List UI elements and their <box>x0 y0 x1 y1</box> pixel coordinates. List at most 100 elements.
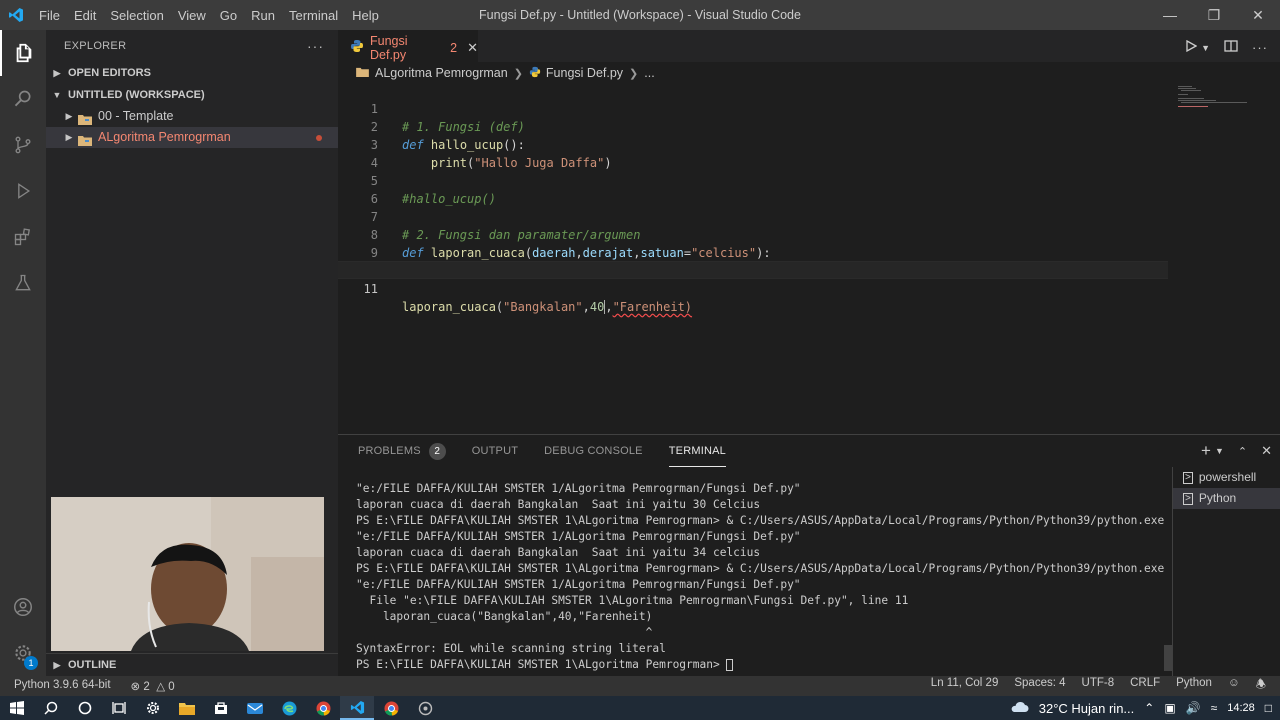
update-badge: 1 <box>24 656 38 670</box>
menu-file[interactable]: File <box>32 8 67 23</box>
notifications-icon[interactable]: 🕭 <box>1256 677 1266 696</box>
python-interpreter[interactable]: Python 3.9.6 64-bit <box>14 679 111 693</box>
more-actions-icon[interactable]: ··· <box>307 30 324 62</box>
extensions-icon[interactable] <box>0 214 46 260</box>
minimize-icon[interactable]: — <box>1148 0 1192 30</box>
vscode-taskbar-icon[interactable] <box>340 696 374 720</box>
folder-item-template[interactable]: ▶ 00 - Template <box>46 106 338 127</box>
terminal-scrollbar[interactable] <box>1164 645 1172 671</box>
chrome-icon[interactable] <box>374 696 408 720</box>
tab-problems[interactable]: PROBLEMS 2 <box>358 435 446 467</box>
tab-debug-console[interactable]: DEBUG CONSOLE <box>544 435 643 467</box>
task-view-icon[interactable] <box>102 696 136 720</box>
terminal-list: > powershell > Python <box>1172 467 1280 677</box>
chevron-down-icon[interactable]: ▼ <box>1201 43 1210 53</box>
edge-icon[interactable] <box>272 696 306 720</box>
status-right: Ln 11, Col 29 Spaces: 4 UTF-8 CRLF Pytho… <box>931 677 1266 696</box>
breadcrumb-folder[interactable]: ALgoritma Pemrogrman <box>375 66 508 80</box>
terminal-line: ^ <box>356 626 653 639</box>
terminal-line: File "e:\FILE DAFFA\KULIAH SMSTER 1\ALgo… <box>356 594 909 607</box>
indentation[interactable]: Spaces: 4 <box>1014 677 1065 696</box>
workspace-section[interactable]: ▼ UNTITLED (WORKSPACE) <box>46 84 338 106</box>
cursor-position[interactable]: Ln 11, Col 29 <box>931 677 999 696</box>
menu-edit[interactable]: Edit <box>67 8 103 23</box>
menu-run[interactable]: Run <box>244 8 282 23</box>
more-actions-icon[interactable]: ··· <box>1252 40 1268 55</box>
time[interactable]: 14:28 <box>1227 702 1255 714</box>
terminal-line: laporan cuaca di daerah Bangkalan Saat i… <box>356 498 761 511</box>
run-debug-icon[interactable] <box>0 168 46 214</box>
terminal-output[interactable]: "e:/FILE DAFFA/KULIAH SMSTER 1/ALgoritma… <box>356 481 1171 673</box>
windows-start-icon[interactable] <box>0 696 34 720</box>
recorder-icon[interactable] <box>408 696 442 720</box>
split-editor-icon[interactable] <box>1224 40 1238 55</box>
wifi-icon[interactable]: ≈ <box>1211 701 1218 715</box>
open-editors-section[interactable]: ▶ OPEN EDITORS <box>46 62 338 84</box>
terminal-line: laporan_cuaca("Bangkalan",40,"Farenheit) <box>356 610 653 623</box>
menu-selection[interactable]: Selection <box>103 8 170 23</box>
chevron-down-icon[interactable]: ▼ <box>1215 446 1224 456</box>
notification-center-icon[interactable]: □ <box>1265 701 1272 715</box>
tab-terminal[interactable]: TERMINAL <box>668 435 726 467</box>
terminal-icon: > <box>1183 471 1193 484</box>
menu-terminal[interactable]: Terminal <box>282 8 345 23</box>
search-icon[interactable] <box>34 696 68 720</box>
close-panel-icon[interactable]: ✕ <box>1261 443 1272 459</box>
feedback-icon[interactable]: ☺ <box>1228 677 1240 696</box>
vscode-logo-icon <box>0 0 32 30</box>
language-mode[interactable]: Python <box>1176 677 1212 696</box>
activity-bar: 1 <box>0 30 46 676</box>
line-ending[interactable]: CRLF <box>1130 677 1160 696</box>
encoding[interactable]: UTF-8 <box>1082 677 1115 696</box>
status-left: Python 3.9.6 64-bit ⊗ 2 △ 0 <box>14 679 175 693</box>
terminal-line: "e:/FILE DAFFA/KULIAH SMSTER 1/ALgoritma… <box>356 578 801 591</box>
chevron-up-icon[interactable]: ⌃ <box>1144 701 1154 715</box>
close-icon[interactable]: ✕ <box>1236 0 1280 30</box>
run-file-icon[interactable] <box>1185 39 1198 55</box>
volume-icon[interactable]: 🔊 <box>1186 701 1201 715</box>
source-control-icon[interactable] <box>0 122 46 168</box>
code-editor[interactable]: 1 # 1. Fungsi (def) 2 def hallo_ucup(): … <box>338 82 1280 434</box>
terminal-item-powershell[interactable]: > powershell <box>1173 467 1280 488</box>
warning-icon: △ <box>156 681 166 693</box>
restore-icon[interactable]: ❐ <box>1192 0 1236 30</box>
minimap[interactable] <box>1178 86 1248 110</box>
tab-problems-count: 2 <box>450 40 458 55</box>
explorer-icon[interactable] <box>0 30 46 76</box>
menu-view[interactable]: View <box>171 8 213 23</box>
outline-section[interactable]: ▶ OUTLINE <box>46 653 338 675</box>
testing-icon[interactable] <box>0 260 46 306</box>
account-icon[interactable] <box>0 584 46 630</box>
text-cursor: , <box>604 300 613 314</box>
tab-output[interactable]: OUTPUT <box>472 435 518 467</box>
system-tray: 32°C Hujan rin... ⌃ ▣ 🔊 ≈ 14:28 □ <box>1009 696 1272 720</box>
store-icon[interactable] <box>204 696 238 720</box>
terminal-item-python[interactable]: > Python <box>1173 488 1280 509</box>
editor-actions: ▼ ··· <box>1185 30 1268 65</box>
tab-fungsi-def[interactable]: Fungsi Def.py 2 ✕ <box>338 30 478 65</box>
menu-go[interactable]: Go <box>213 8 244 23</box>
terminal-line: PS E:\FILE DAFFA\KULIAH SMSTER 1\ALgorit… <box>356 514 1165 527</box>
problems-status[interactable]: ⊗ 2 △ 0 <box>131 679 175 693</box>
manage-gear-icon[interactable]: 1 <box>0 630 46 676</box>
close-tab-icon[interactable]: ✕ <box>467 40 478 56</box>
menu-help[interactable]: Help <box>345 8 386 23</box>
error-dot-icon <box>316 134 322 141</box>
breadcrumb-file[interactable]: Fungsi Def.py <box>546 66 623 80</box>
webcam-video <box>51 497 324 651</box>
cortana-icon[interactable] <box>68 696 102 720</box>
chrome-icon[interactable] <box>306 696 340 720</box>
new-terminal-icon[interactable]: + <box>1201 441 1211 461</box>
status-bar: Python 3.9.6 64-bit ⊗ 2 △ 0 Ln 11, Col 2… <box>0 676 1280 696</box>
terminal-line: SyntaxError: EOL while scanning string l… <box>356 642 666 655</box>
folder-item-algoritma[interactable]: ▶ ALgoritma Pemrogrman <box>46 127 338 148</box>
breadcrumb-more[interactable]: ... <box>644 66 654 80</box>
terminal-label: Python <box>1198 491 1237 505</box>
chevron-up-icon[interactable]: ⌃ <box>1238 445 1247 458</box>
weather-text[interactable]: 32°C Hujan rin... <box>1039 701 1135 716</box>
search-icon[interactable] <box>0 76 46 122</box>
file-explorer-icon[interactable] <box>170 696 204 720</box>
mail-icon[interactable] <box>238 696 272 720</box>
settings-icon[interactable] <box>136 696 170 720</box>
network-icon[interactable]: ▣ <box>1164 701 1175 715</box>
